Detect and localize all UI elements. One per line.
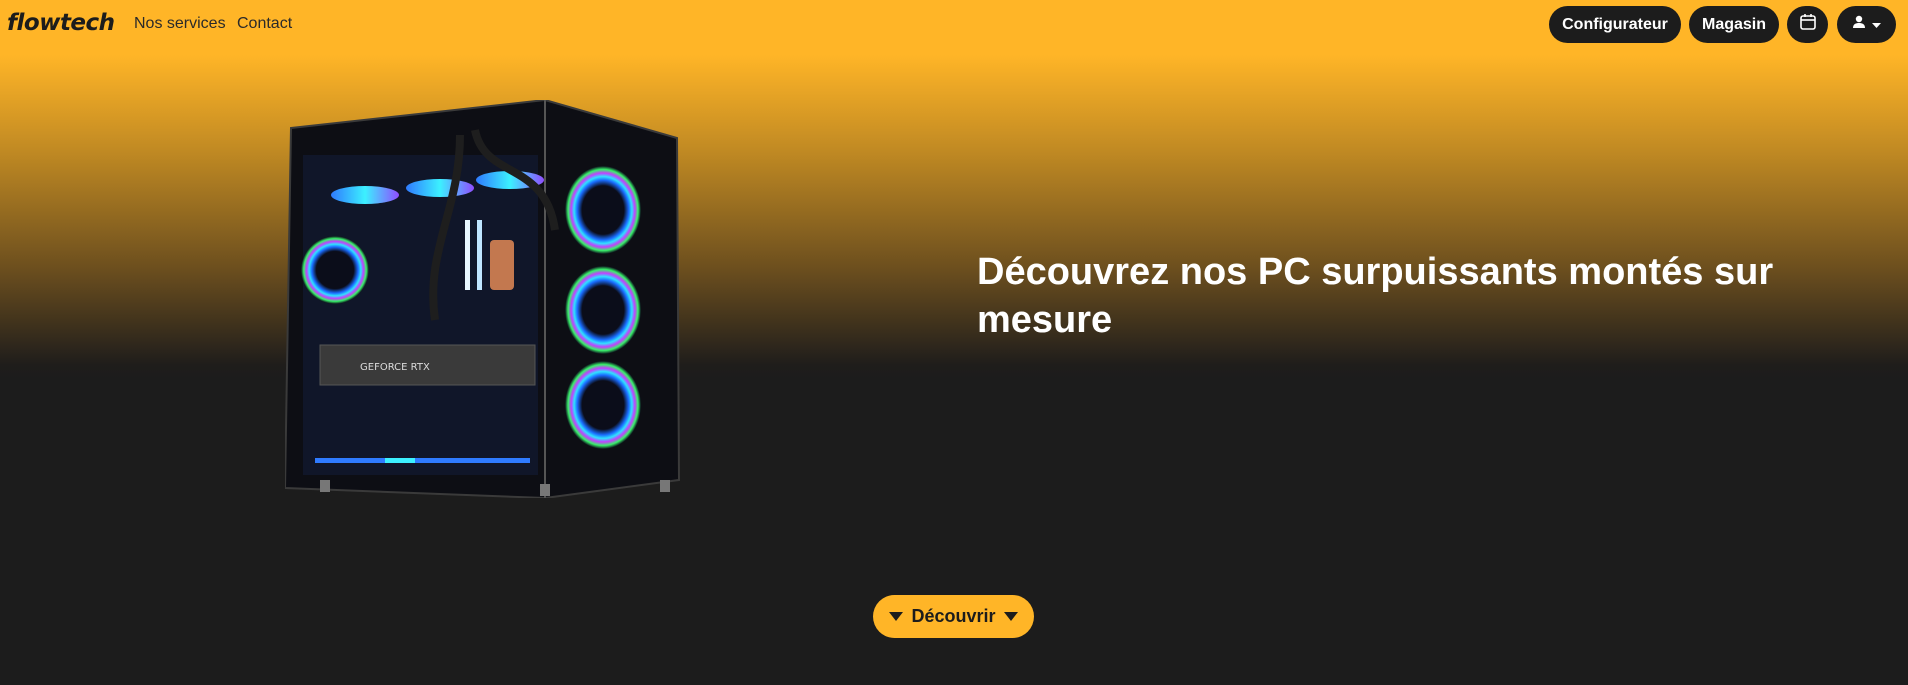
magasin-label: Magasin: [1701, 15, 1766, 33]
gpu-label: GEFORCE RTX: [360, 362, 430, 373]
top-navbar: flowtech Nos services Contact Configurat…: [0, 0, 1908, 48]
configurateur-label: Configurateur: [1562, 15, 1668, 33]
arrow-down-icon: [1003, 612, 1018, 621]
discover-label: Découvrir: [911, 606, 996, 626]
calendar-button[interactable]: [1787, 6, 1828, 43]
discover-button[interactable]: Découvrir: [873, 595, 1034, 638]
magasin-button[interactable]: Magasin: [1689, 6, 1779, 43]
calendar-icon: [1799, 13, 1817, 36]
brand-logo[interactable]: flowtech: [7, 10, 115, 36]
user-icon: [1852, 15, 1866, 34]
nav-link-services[interactable]: Nos services: [134, 15, 226, 33]
hero-heading: Découvrez nos PC surpuissants montés sur…: [977, 251, 1774, 341]
configurateur-button[interactable]: Configurateur: [1549, 6, 1681, 43]
nav-link-contact[interactable]: Contact: [237, 15, 292, 33]
hero-pc-image: GEFORCE RTX: [283, 98, 681, 500]
arrow-down-icon: [889, 612, 904, 621]
caret-down-icon: [1872, 16, 1881, 34]
user-menu-button[interactable]: [1837, 6, 1896, 43]
